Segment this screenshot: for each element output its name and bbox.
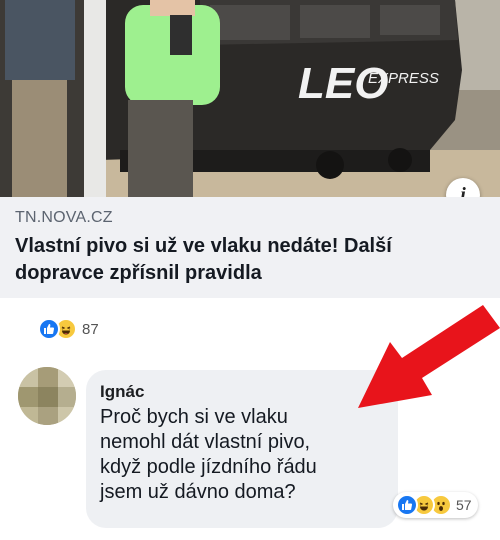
red-arrow-icon (358, 305, 500, 408)
like-icon (396, 494, 418, 516)
train-brand-sub-text: EXPRESS (368, 70, 439, 87)
link-source: TN.NOVA.CZ (15, 209, 113, 226)
comment-line: jsem už dávno doma? (100, 481, 296, 503)
post-reactions[interactable]: 87 (38, 318, 99, 340)
comment-line: nemohl dát vlastní pivo, (100, 431, 311, 453)
link-title[interactable]: Vlastní pivo si už ve vlaku nedáte! Dalš… (15, 233, 485, 287)
like-icon (38, 318, 60, 340)
comment-author[interactable]: Ignác (100, 382, 144, 402)
train-photo: LEO EXPRESS (0, 0, 500, 197)
avatar[interactable] (18, 367, 76, 425)
link-preview-image[interactable]: LEO EXPRESS (0, 0, 500, 197)
post-reaction-count: 87 (82, 320, 99, 338)
comment-reaction-count: 57 (456, 497, 472, 513)
comment-reactions[interactable]: 57 (393, 492, 478, 518)
comment-line: Proč bych si ve vlaku (100, 406, 288, 428)
comment-text: Proč bych si ve vlaku nemohl dát vlastní… (100, 405, 392, 505)
comment-line: když podle jízdního řádu (100, 456, 317, 478)
